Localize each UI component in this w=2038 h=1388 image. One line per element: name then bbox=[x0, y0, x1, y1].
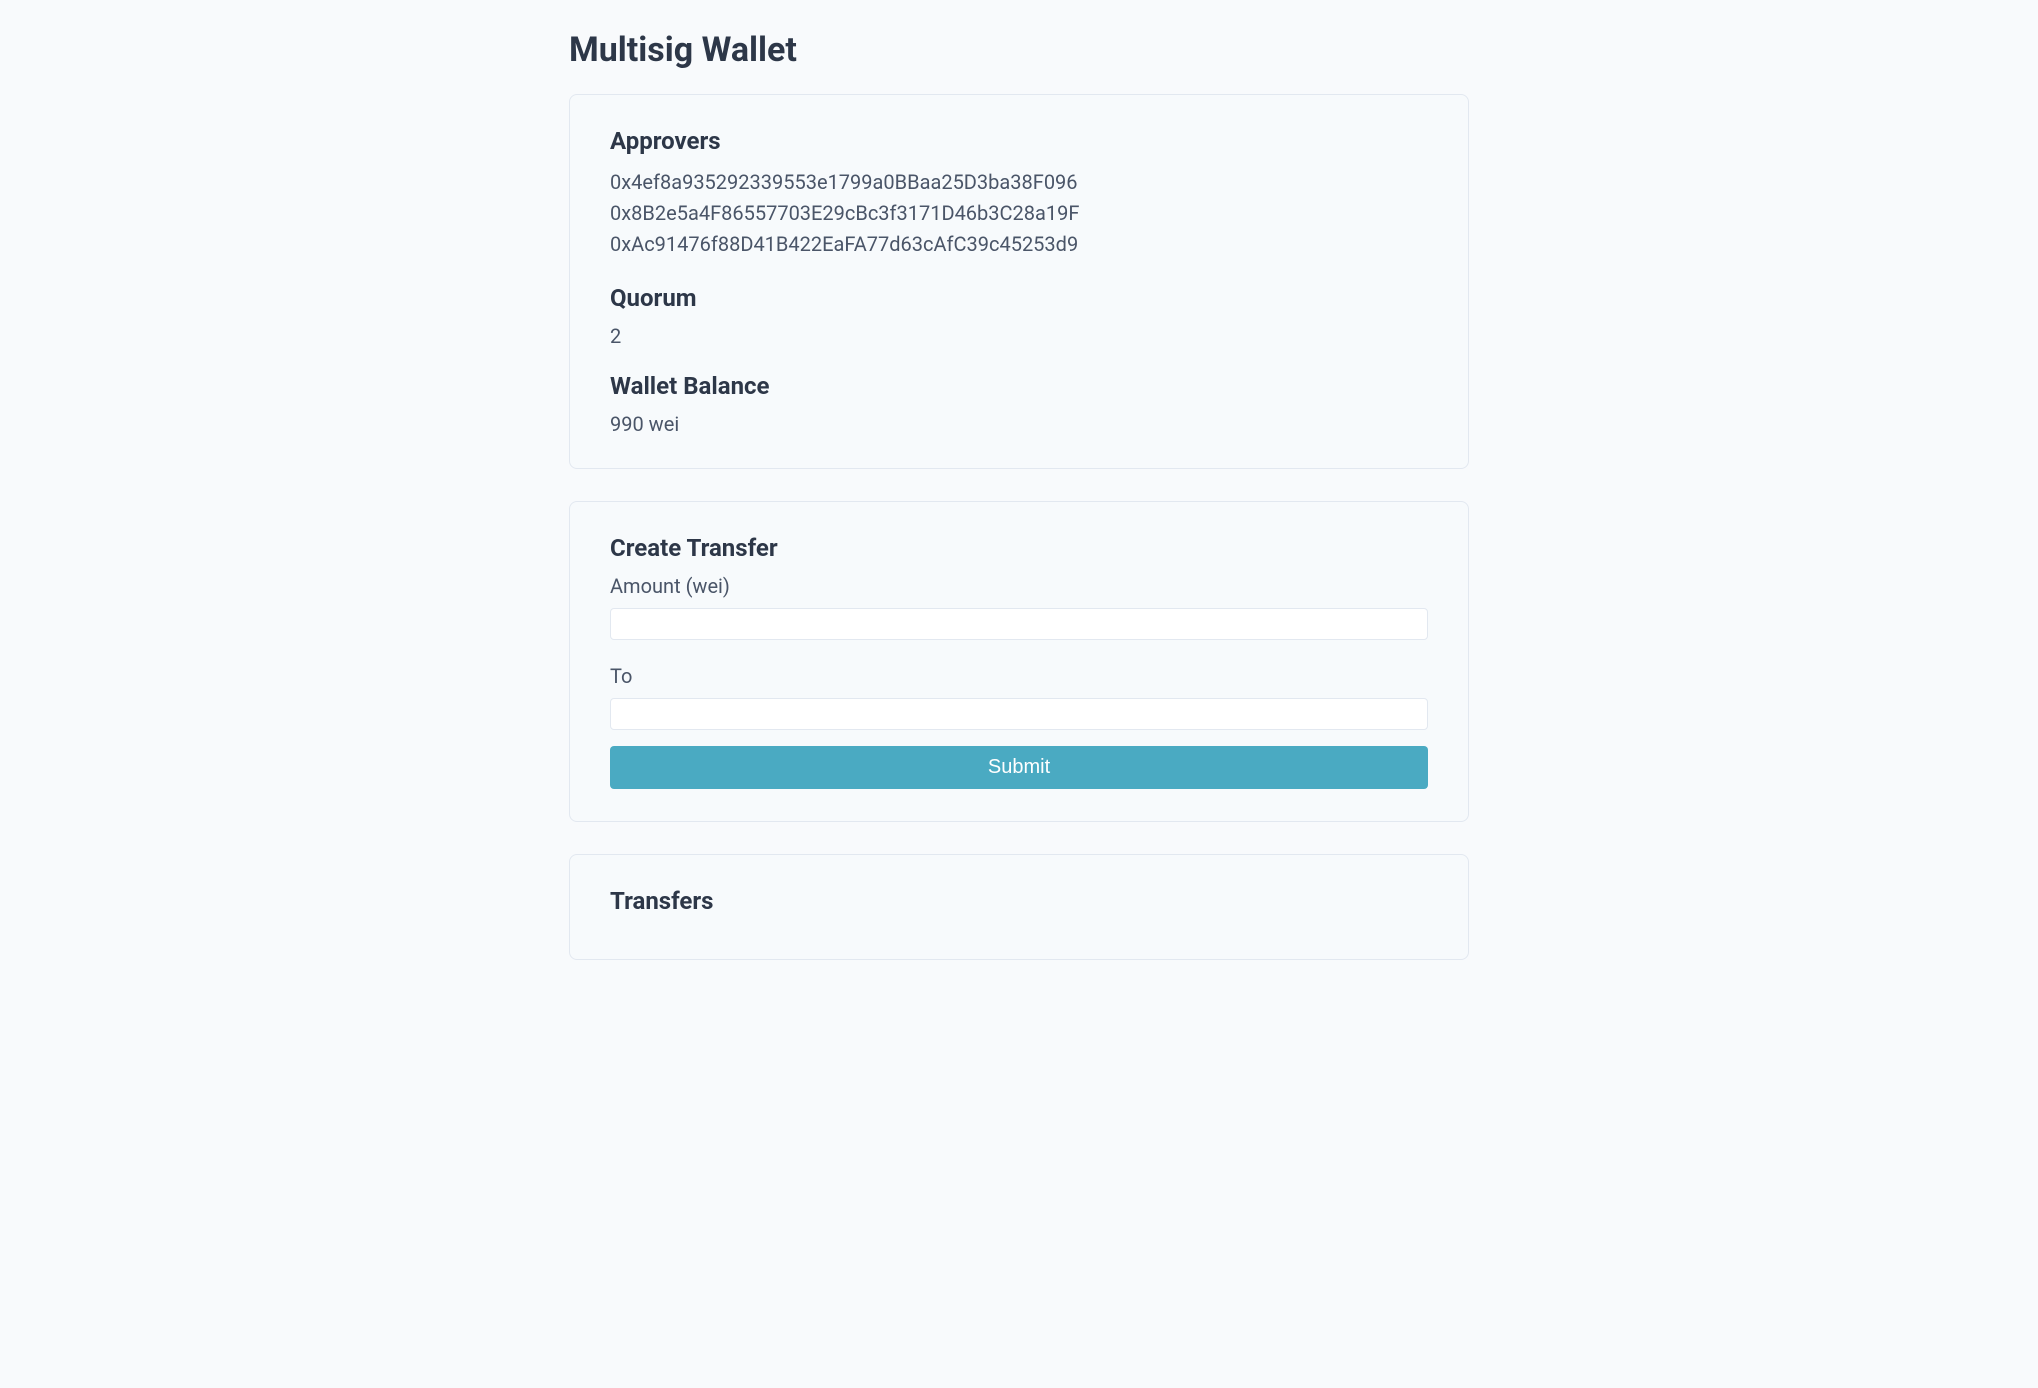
transfers-heading: Transfers bbox=[610, 887, 1428, 915]
page-title: Multisig Wallet bbox=[569, 30, 1469, 70]
approvers-list: 0x4ef8a935292339553e1799a0BBaa25D3ba38F0… bbox=[610, 167, 1428, 260]
submit-button[interactable]: Submit bbox=[610, 746, 1428, 789]
balance-heading: Wallet Balance bbox=[610, 372, 1428, 400]
approver-address: 0x8B2e5a4F86557703E29cBc3f3171D46b3C28a1… bbox=[610, 198, 1428, 229]
create-transfer-card: Create Transfer Amount (wei) To Submit bbox=[569, 501, 1469, 822]
quorum-value: 2 bbox=[610, 324, 1428, 348]
wallet-info-card: Approvers 0x4ef8a935292339553e1799a0BBaa… bbox=[569, 94, 1469, 469]
approver-address: 0xAc91476f88D41B422EaFA77d63cAfC39c45253… bbox=[610, 229, 1428, 260]
balance-value: 990 wei bbox=[610, 412, 1428, 436]
to-input[interactable] bbox=[610, 698, 1428, 730]
approvers-heading: Approvers bbox=[610, 127, 1428, 155]
create-transfer-heading: Create Transfer bbox=[610, 534, 1428, 562]
amount-label: Amount (wei) bbox=[610, 574, 1428, 598]
to-label: To bbox=[610, 664, 1428, 688]
approver-address: 0x4ef8a935292339553e1799a0BBaa25D3ba38F0… bbox=[610, 167, 1428, 198]
quorum-heading: Quorum bbox=[610, 284, 1428, 312]
amount-input[interactable] bbox=[610, 608, 1428, 640]
transfers-card: Transfers bbox=[569, 854, 1469, 960]
